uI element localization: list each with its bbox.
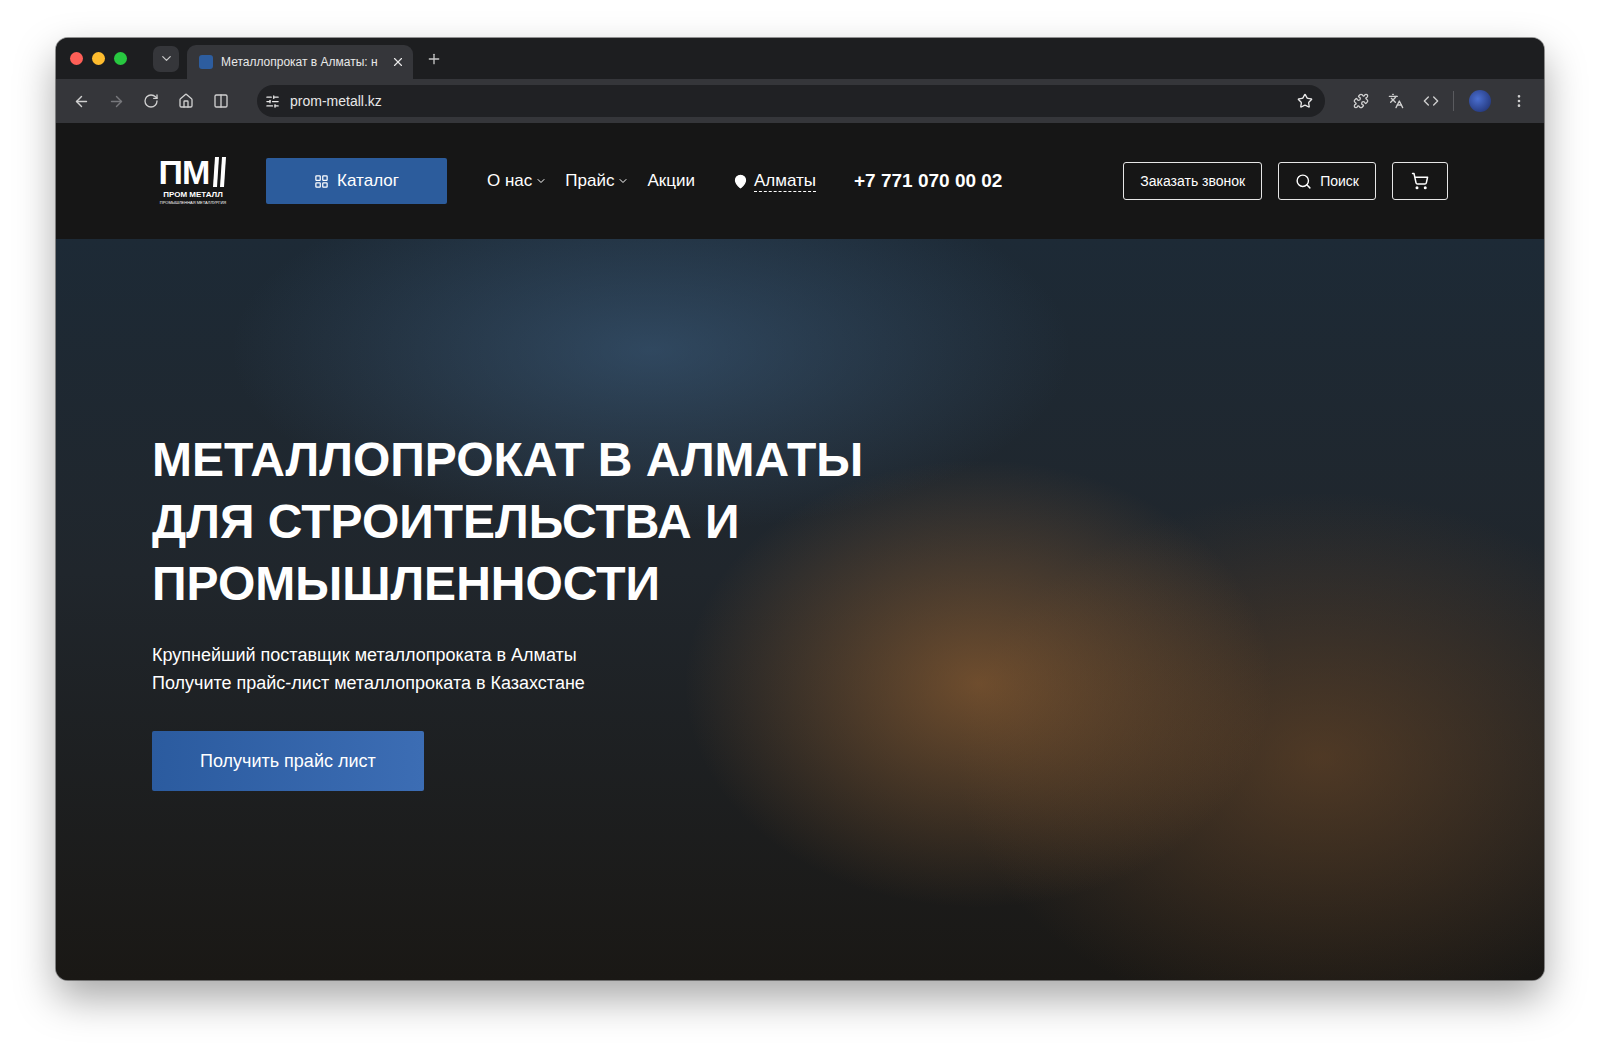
logo-mark: ПМ [159, 157, 228, 187]
forward-button[interactable] [103, 88, 129, 114]
chevron-down-icon [159, 51, 174, 66]
zoom-button[interactable] [114, 52, 127, 65]
toolbar-divider [1453, 91, 1454, 111]
site-header: ПМ ПРОМ МЕТАЛЛПРОМЫШЛЕННАЯ МЕТАЛЛУРГИЯ Кат… [56, 123, 1544, 239]
extension-button[interactable] [1348, 88, 1374, 114]
tab-strip: Металлопрокат в Алматы: н [56, 38, 1544, 79]
arrow-left-icon [73, 93, 90, 110]
translate-icon [1388, 93, 1404, 109]
logo-bars-icon [211, 157, 227, 187]
catalog-button[interactable]: Каталог [266, 158, 447, 204]
nav-item[interactable]: Прайс [565, 171, 629, 191]
address-bar[interactable]: prom-metall.kz [257, 85, 1325, 117]
back-button[interactable] [68, 88, 94, 114]
close-button[interactable] [70, 52, 83, 65]
nav-item[interactable]: О нас [487, 171, 547, 191]
url-text: prom-metall.kz [290, 93, 1287, 109]
site-settings-icon[interactable] [265, 94, 280, 109]
home-button[interactable] [173, 88, 199, 114]
close-icon[interactable] [391, 55, 405, 69]
plus-icon [426, 51, 442, 67]
browser-tab[interactable]: Металлопрокат в Алматы: н [187, 45, 413, 79]
profile-avatar-icon[interactable] [1469, 90, 1491, 112]
hero-title: МЕТАЛЛОПРОКАТ В АЛМАТЫДЛЯ СТРОИТЕЛЬСТВА … [152, 429, 1448, 615]
menu-dots-icon [1511, 93, 1527, 109]
logo-tagline: ПРОМЫШЛЕННАЯ МЕТАЛЛУРГИЯ [160, 200, 226, 205]
cart-icon [1411, 172, 1429, 190]
hero: МЕТАЛЛОПРОКАТ В АЛМАТЫДЛЯ СТРОИТЕЛЬСТВА … [56, 239, 1544, 980]
code-icon [1423, 93, 1439, 109]
reload-button[interactable] [138, 88, 164, 114]
dropdown-caret-icon [535, 175, 547, 187]
page: Металлопрокат в Алматы: н prom-metall.kz П… [0, 0, 1600, 1055]
menu-button[interactable] [1506, 88, 1532, 114]
search-button[interactable]: Поиск [1278, 162, 1376, 200]
logo[interactable]: ПМ ПРОМ МЕТАЛЛПРОМЫШЛЕННАЯ МЕТАЛЛУРГИЯ [156, 157, 230, 205]
bookmark-star-icon[interactable] [1297, 93, 1313, 109]
split-view-button[interactable] [208, 88, 234, 114]
grid-icon [314, 174, 329, 189]
map-pin-icon [733, 174, 748, 189]
search-icon [1295, 173, 1312, 190]
devtools-button[interactable] [1418, 88, 1444, 114]
new-tab-button[interactable] [421, 46, 447, 72]
browser-window: Металлопрокат в Алматы: н prom-metall.kz П… [56, 38, 1544, 980]
nav-item[interactable]: Акции [647, 171, 695, 191]
price-list-button[interactable]: Получить прайс лист [152, 731, 424, 791]
dropdown-caret-icon [617, 175, 629, 187]
logo-name: ПРОМ МЕТАЛЛ [163, 190, 223, 199]
logo-letters: ПМ [159, 157, 210, 187]
header-actions: Заказать звонок Поиск [1123, 162, 1448, 200]
minimize-button[interactable] [92, 52, 105, 65]
reload-icon [143, 93, 159, 109]
cart-button[interactable] [1392, 162, 1448, 200]
tab-list-button[interactable] [153, 46, 179, 72]
translate-button[interactable] [1383, 88, 1409, 114]
arrow-right-icon [108, 93, 125, 110]
city-selector[interactable]: Алматы [733, 171, 816, 192]
tab-title: Металлопрокат в Алматы: н [221, 55, 383, 69]
toolbar: prom-metall.kz [56, 79, 1544, 123]
split-view-icon [213, 93, 229, 109]
home-icon [178, 93, 194, 109]
main-nav: О нас Прайс Акции [487, 171, 695, 191]
hero-subtitle: Крупнейший поставщик металлопроката в Ал… [152, 641, 1448, 697]
extension-icon [1353, 93, 1369, 109]
favicon-icon [199, 55, 213, 69]
traffic-lights [70, 52, 127, 65]
callback-button[interactable]: Заказать звонок [1123, 162, 1262, 200]
phone-link[interactable]: +7 771 070 00 02 [854, 170, 1002, 192]
